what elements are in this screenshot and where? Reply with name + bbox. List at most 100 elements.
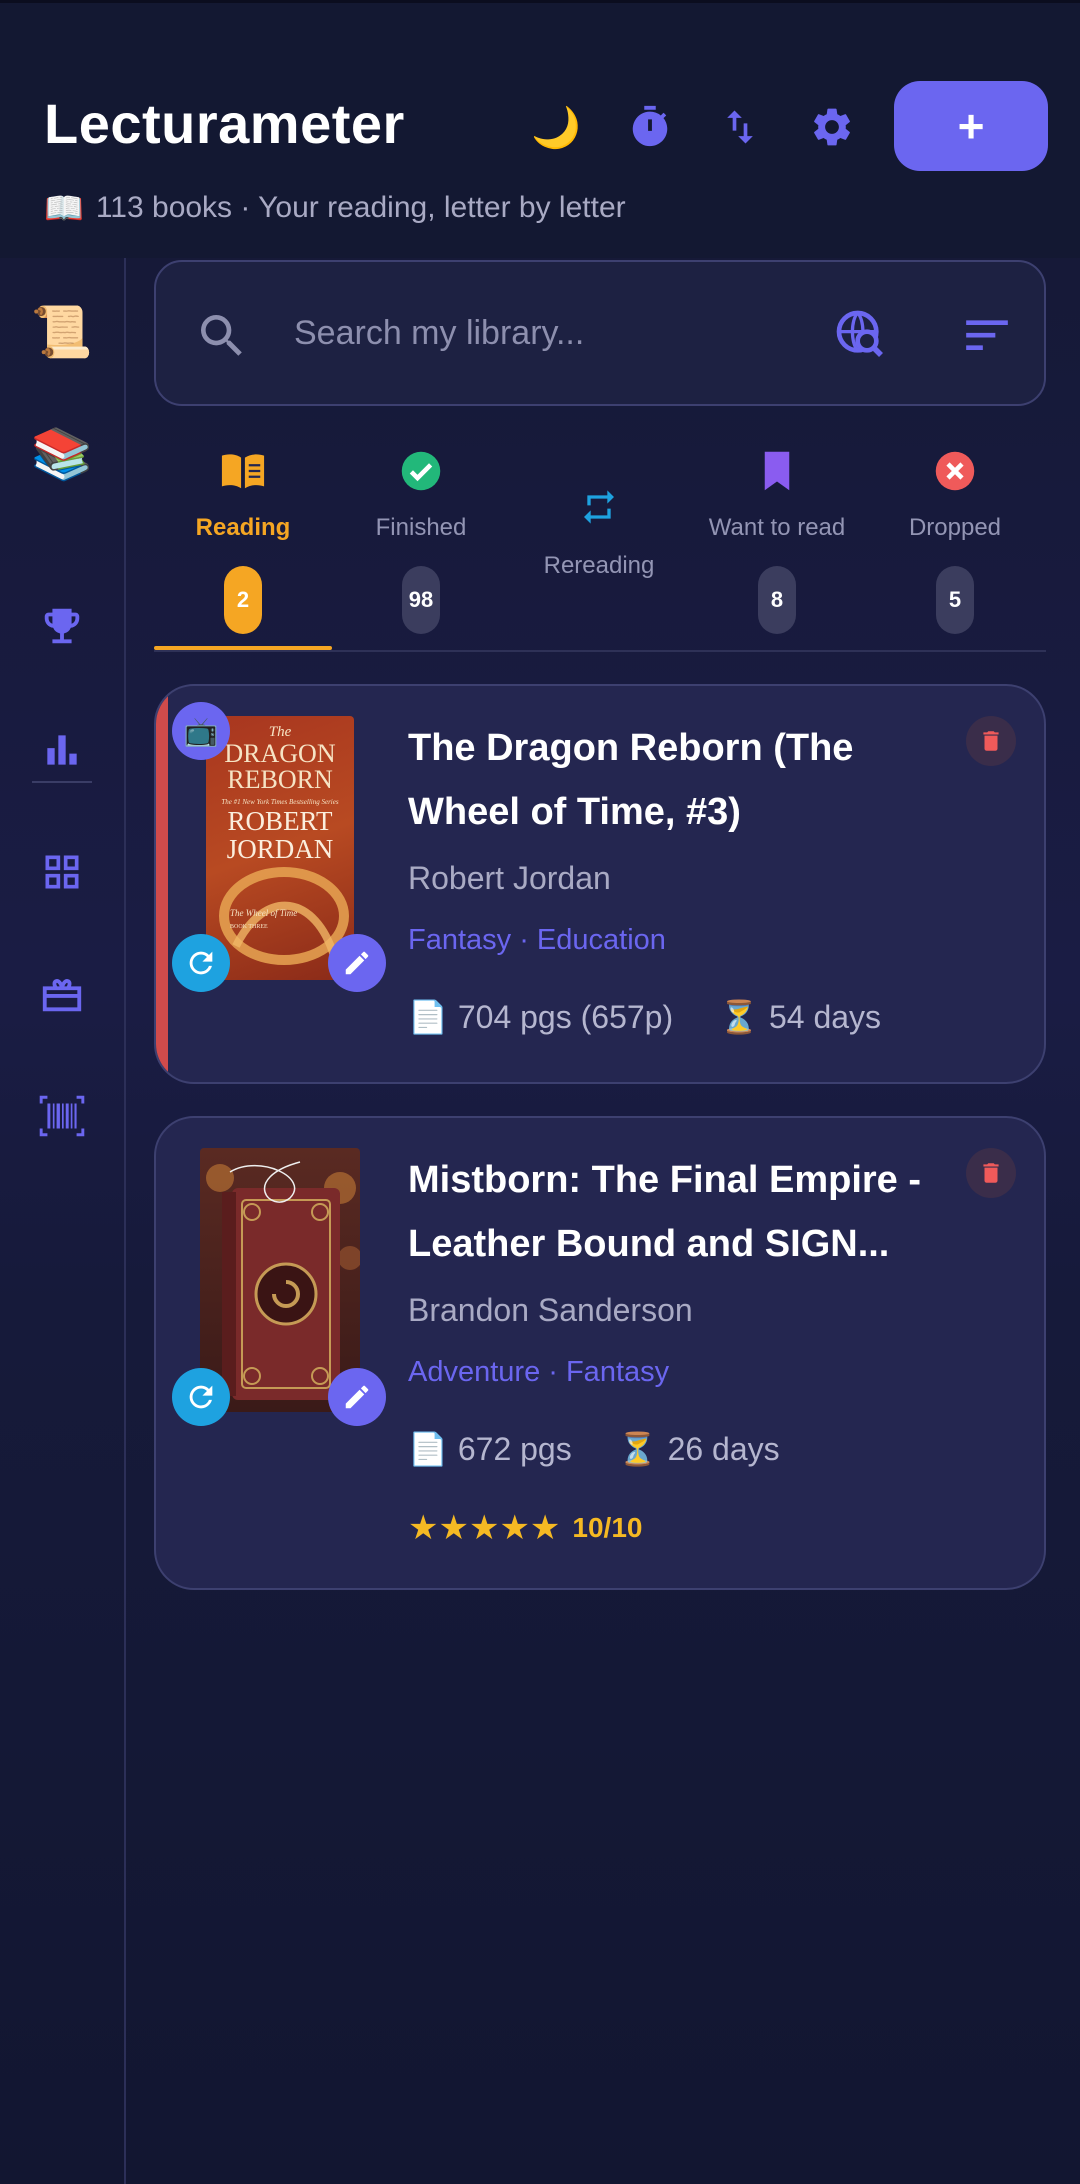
tab-label: Want to read (708, 514, 846, 541)
import-export-button[interactable] (712, 99, 768, 155)
bookmark-icon (764, 451, 790, 491)
library-summary: 📖 113 books · Your reading, letter by le… (44, 189, 626, 227)
stopwatch-icon (632, 105, 668, 147)
search-bar (154, 260, 1046, 406)
delete-book-button[interactable] (966, 1148, 1016, 1198)
trophy-icon (44, 608, 80, 644)
library-summary-text: 113 books · Your reading, letter by lett… (95, 191, 626, 224)
star-icons: ★★★★★ (408, 1509, 561, 1547)
book-genres: Fantasy · Education (408, 924, 666, 956)
tab-want-to-read[interactable]: Want to read 8 (688, 430, 866, 650)
books-icon: 📚 (30, 425, 94, 482)
book-author: Brandon Sanderson (408, 1292, 693, 1328)
tab-label: Dropped (908, 514, 1002, 541)
dark-mode-toggle[interactable]: 🌙 (528, 99, 584, 155)
grid-icon (45, 855, 79, 889)
hourglass-icon: ⏳ (617, 1431, 658, 1467)
gear-icon (814, 108, 850, 146)
count-badge: 2 (224, 566, 262, 634)
barcode-icon (39, 1095, 85, 1137)
tab-dropped[interactable]: Dropped 5 (866, 430, 1044, 650)
open-book-icon: 📖 (44, 190, 84, 226)
tv-icon: 📺 (183, 715, 219, 747)
tab-finished[interactable]: Finished 98 (332, 430, 510, 650)
book-rating: ★★★★★ 10/10 (408, 1508, 642, 1548)
delete-book-button[interactable] (966, 716, 1016, 766)
sidebar-divider (124, 258, 126, 2184)
book-cover[interactable] (200, 1148, 360, 1412)
sort-icon[interactable] (962, 312, 1012, 358)
app-header: Lecturameter 🌙 + 📖 113 books · Your read… (0, 3, 1080, 258)
hourglass-icon: ⏳ (719, 999, 759, 1035)
reread-button[interactable] (172, 934, 230, 992)
svg-text:REBORN: REBORN (227, 765, 333, 794)
svg-text:The #1 New York Times Bestsell: The #1 New York Times Bestselling Series (221, 798, 338, 806)
page-icon: 📄 (408, 1431, 448, 1467)
page-icon: 📄 (408, 999, 448, 1035)
cover-art: The DRAGON REBORN The #1 New York Times … (219, 724, 349, 965)
svg-text:The: The (269, 724, 292, 740)
app-title: Lecturameter (44, 92, 405, 155)
book-title: The Dragon Reborn (The Wheel of Time, #3… (408, 727, 854, 833)
plus-icon: + (957, 100, 985, 152)
adaptation-badge[interactable]: 📺 (172, 702, 230, 760)
trash-icon (983, 731, 999, 751)
tab-reading[interactable]: Reading 2 (154, 430, 332, 650)
sidebar-item-wrapped[interactable] (30, 962, 94, 1026)
add-book-button[interactable]: + (894, 81, 1048, 171)
tab-label: Rereading (543, 552, 655, 579)
sidebar-item-dashboard[interactable] (30, 840, 94, 904)
cover-art (206, 1161, 360, 1400)
trash-icon (983, 1163, 999, 1183)
book-author: Robert Jordan (408, 860, 611, 896)
timer-button[interactable] (622, 99, 678, 155)
tab-rereading[interactable]: Rereading (510, 430, 688, 650)
svg-text:BOOK THREE: BOOK THREE (230, 924, 268, 930)
sidebar-item-library[interactable]: 📚 (30, 422, 94, 486)
check-circle-icon (401, 451, 441, 491)
swap-vertical-icon (727, 110, 753, 144)
edit-book-button[interactable] (328, 1368, 386, 1426)
refresh-icon (189, 1385, 213, 1409)
reading-days: 26 days (667, 1430, 780, 1467)
repeat-icon (584, 490, 614, 524)
tab-label: Finished (375, 514, 467, 541)
page-count: 672 pgs (457, 1430, 572, 1467)
sidebar-item-achievements[interactable] (30, 594, 94, 658)
search-icon (201, 315, 242, 356)
bar-chart-icon (47, 735, 77, 765)
book-card[interactable]: Mistborn: The Final Empire - Leather Bou… (154, 1116, 1046, 1590)
sidebar-item-stats[interactable] (30, 718, 94, 782)
pencil-icon (345, 951, 369, 975)
count-badge: 5 (936, 566, 974, 634)
book-meta: 📄 704 pgs (657p) ⏳ 54 days (408, 998, 881, 1036)
reread-button[interactable] (172, 1368, 230, 1426)
svg-text:ROBERT: ROBERT (228, 806, 333, 836)
edit-book-button[interactable] (328, 934, 386, 992)
book-cover[interactable]: The DRAGON REBORN The #1 New York Times … (206, 716, 354, 980)
gift-icon (42, 979, 82, 1012)
sidebar: 📜 📚 (0, 258, 124, 2184)
book-genres: Adventure · Fantasy (408, 1356, 670, 1388)
cancel-circle-icon (935, 451, 975, 491)
book-meta: 📄 672 pgs ⏳ 26 days (408, 1430, 780, 1468)
settings-button[interactable] (804, 99, 860, 155)
svg-text:JORDAN: JORDAN (227, 834, 334, 864)
sidebar-item-scanner[interactable] (30, 1084, 94, 1148)
svg-text:DRAGON: DRAGON (224, 739, 335, 768)
online-search-icon[interactable] (832, 306, 888, 362)
reading-days: 54 days (768, 998, 882, 1035)
status-tabs: Reading 2 Finished 98 Rereading Want to … (154, 430, 1046, 650)
tab-label: Reading (195, 514, 291, 541)
book-card[interactable]: The DRAGON REBORN The #1 New York Times … (154, 684, 1046, 1084)
book-title: Mistborn: The Final Empire - Leather Bou… (408, 1159, 922, 1265)
rating-value: 10/10 (572, 1512, 643, 1543)
moon-icon: 🌙 (531, 105, 581, 150)
tabs-divider (154, 650, 1046, 652)
open-book-icon (221, 454, 265, 489)
sidebar-item-log[interactable]: 📜 (30, 300, 94, 364)
count-badge: 8 (758, 566, 796, 634)
reading-accent-bar (156, 686, 168, 1082)
refresh-icon (189, 951, 213, 975)
svg-text:The Wheel of Time: The Wheel of Time (230, 908, 297, 918)
